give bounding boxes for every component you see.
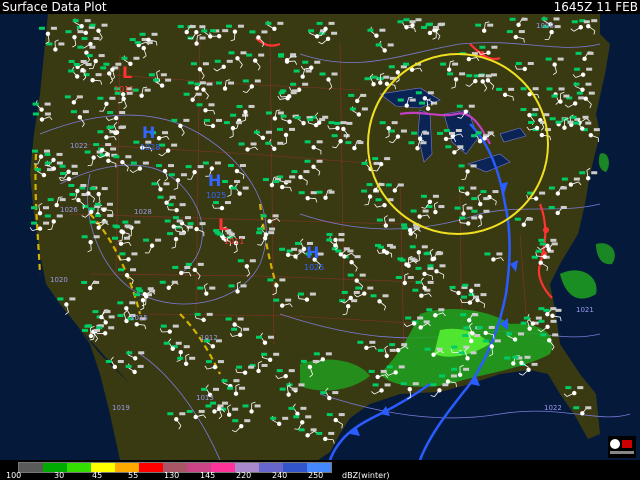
high-pressure-center[interactable]: H (208, 171, 221, 190)
isobar-label: 1015 (130, 314, 148, 322)
isobar-label: 1022 (544, 404, 562, 412)
map-title: Surface Data Plot (2, 0, 107, 14)
isobar-label: 1026 (60, 206, 78, 214)
logo-icon (608, 436, 636, 458)
legend-label: 145 (200, 471, 216, 480)
surface-map[interactable]: L 1011 H 1028 H 1025 L 1011 H 1025 1008 … (0, 14, 640, 460)
pressure-center-value: 1025 (304, 263, 324, 272)
legend-label: 130 (164, 471, 180, 480)
legend-label: 240 (272, 471, 288, 480)
legend-label: 100 (6, 471, 22, 480)
isobar-label: 1020 (50, 276, 68, 284)
isobar-label: 1008 (536, 22, 554, 30)
legend-label: 250 (308, 471, 324, 480)
legend-label: 220 (236, 471, 252, 480)
radar-legend: 100 30 45 55 130 145 220 240 250 dBZ(win… (0, 460, 640, 480)
pressure-center-value: 1025 (206, 191, 226, 200)
isobar-label: 1019 (112, 404, 130, 412)
low-pressure-center[interactable]: L (218, 215, 228, 234)
isobar-label: 1028 (134, 208, 152, 216)
map-timestamp: 1645Z 11 FEB (553, 0, 638, 14)
legend-labels: 100 30 45 55 130 145 220 240 250 (0, 471, 640, 480)
pressure-center-value: 1011 (224, 237, 244, 246)
pressure-center-value: 1028 (140, 143, 160, 152)
isobar-label: 1022 (70, 142, 88, 150)
legend-units: dBZ(winter) (342, 471, 390, 480)
legend-label: 55 (128, 471, 139, 480)
pressure-center-value: 1011 (114, 85, 134, 94)
high-pressure-center[interactable]: H (306, 243, 319, 262)
isobar-label: 1021 (576, 306, 594, 314)
title-bar: Surface Data Plot 1645Z 11 FEB (0, 0, 640, 14)
legend-label: 45 (92, 471, 103, 480)
isobar-label: 1013 (196, 394, 214, 402)
low-pressure-center[interactable]: L (122, 63, 132, 82)
high-pressure-center[interactable]: H (142, 123, 155, 142)
legend-label: 30 (54, 471, 65, 480)
isobar-label: 1012 (200, 334, 218, 342)
